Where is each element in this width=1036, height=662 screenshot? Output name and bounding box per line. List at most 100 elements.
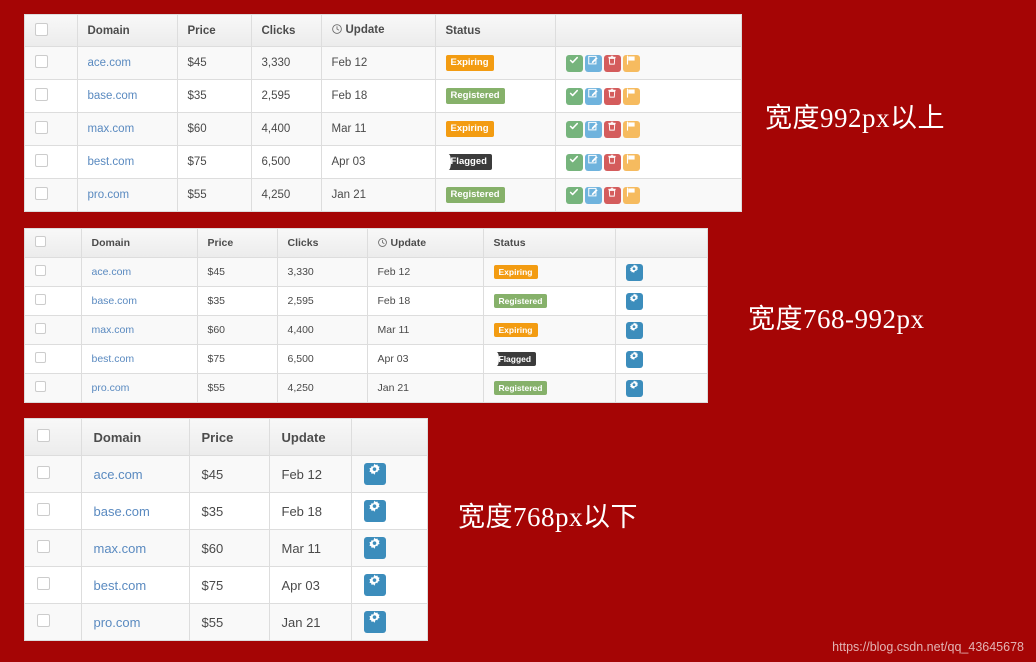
- gear-button[interactable]: [363, 500, 386, 522]
- row-select-cell[interactable]: [25, 344, 82, 374]
- header-update[interactable]: Update: [367, 229, 484, 258]
- header-status[interactable]: Status: [435, 15, 556, 47]
- gear-button[interactable]: [363, 463, 386, 485]
- domain-link[interactable]: pro.com: [92, 382, 130, 394]
- row-checkbox[interactable]: [35, 265, 46, 276]
- domain-link[interactable]: base.com: [94, 504, 150, 519]
- trash-button[interactable]: [603, 54, 621, 72]
- row-checkbox[interactable]: [37, 614, 50, 627]
- edit-button[interactable]: [584, 120, 602, 138]
- row-checkbox[interactable]: [37, 577, 50, 590]
- gear-button[interactable]: [625, 263, 643, 281]
- edit-button[interactable]: [584, 87, 602, 105]
- gear-button[interactable]: [625, 350, 643, 368]
- header-clicks[interactable]: Clicks: [251, 15, 322, 47]
- domain-link[interactable]: best.com: [94, 578, 147, 593]
- row-select-cell[interactable]: [25, 286, 82, 316]
- domain-link[interactable]: best.com: [92, 353, 135, 365]
- row-select-cell[interactable]: [25, 455, 82, 493]
- flag-button[interactable]: [622, 120, 640, 138]
- row-checkbox[interactable]: [37, 466, 50, 479]
- trash-button[interactable]: [603, 153, 621, 171]
- flag-button[interactable]: [622, 54, 640, 72]
- domain-link[interactable]: base.com: [92, 295, 138, 307]
- row-checkbox[interactable]: [35, 154, 48, 167]
- cell-status: Expiring: [483, 257, 616, 287]
- row-checkbox[interactable]: [35, 323, 46, 334]
- domain-link[interactable]: base.com: [88, 90, 138, 102]
- header-update[interactable]: Update: [321, 15, 436, 47]
- row-select-cell[interactable]: [25, 315, 82, 345]
- cell-update: Mar 11: [269, 529, 352, 567]
- domain-link[interactable]: ace.com: [88, 57, 131, 69]
- header-clicks[interactable]: Clicks: [277, 229, 368, 258]
- check-button[interactable]: [565, 153, 583, 171]
- check-button[interactable]: [565, 54, 583, 72]
- header-price[interactable]: Price: [197, 229, 278, 258]
- row-checkbox[interactable]: [37, 503, 50, 516]
- header-price[interactable]: Price: [177, 15, 252, 47]
- table-row: max.com $60 4,400 Mar 11 Expiring: [25, 112, 741, 146]
- row-select-cell[interactable]: [25, 145, 78, 179]
- cell-clicks: 2,595: [277, 286, 368, 316]
- gear-button[interactable]: [363, 574, 386, 596]
- row-checkbox[interactable]: [35, 352, 46, 363]
- trash-button[interactable]: [603, 186, 621, 204]
- domain-link[interactable]: pro.com: [94, 615, 141, 630]
- gear-button[interactable]: [625, 379, 643, 397]
- row-checkbox[interactable]: [37, 540, 50, 553]
- row-checkbox[interactable]: [35, 88, 48, 101]
- row-select-cell[interactable]: [25, 79, 78, 113]
- select-all-checkbox[interactable]: [35, 236, 46, 247]
- row-select-cell[interactable]: [25, 529, 82, 567]
- domain-link[interactable]: max.com: [94, 541, 147, 556]
- flag-button[interactable]: [622, 87, 640, 105]
- row-checkbox[interactable]: [35, 381, 46, 392]
- row-checkbox[interactable]: [35, 294, 46, 305]
- row-select-cell[interactable]: [25, 373, 82, 402]
- header-domain[interactable]: Domain: [77, 15, 178, 47]
- trash-button[interactable]: [603, 120, 621, 138]
- domain-link[interactable]: best.com: [88, 156, 135, 168]
- domain-link[interactable]: pro.com: [88, 189, 130, 201]
- header-domain[interactable]: Domain: [81, 419, 190, 456]
- cell-actions: [555, 145, 741, 179]
- gear-button[interactable]: [363, 537, 386, 559]
- row-select-cell[interactable]: [25, 257, 82, 287]
- header-price[interactable]: Price: [189, 419, 270, 456]
- check-button[interactable]: [565, 87, 583, 105]
- select-all-checkbox[interactable]: [35, 22, 48, 36]
- domain-link[interactable]: ace.com: [92, 266, 132, 278]
- row-select-cell[interactable]: [25, 603, 82, 640]
- edit-button[interactable]: [584, 186, 602, 204]
- row-select-cell[interactable]: [25, 178, 78, 211]
- domain-link[interactable]: ace.com: [94, 467, 143, 482]
- cell-status: Expiring: [483, 315, 616, 345]
- row-checkbox[interactable]: [35, 55, 48, 68]
- gear-button[interactable]: [625, 292, 643, 310]
- row-select-cell[interactable]: [25, 566, 82, 604]
- edit-button[interactable]: [584, 153, 602, 171]
- header-update[interactable]: Update: [269, 419, 352, 456]
- gear-button[interactable]: [363, 611, 386, 633]
- check-button[interactable]: [565, 120, 583, 138]
- row-select-cell[interactable]: [25, 492, 82, 530]
- header-domain[interactable]: Domain: [81, 229, 198, 258]
- domain-link[interactable]: max.com: [92, 324, 135, 336]
- row-select-cell[interactable]: [25, 46, 78, 80]
- trash-button[interactable]: [603, 87, 621, 105]
- table-row: ace.com $45 Feb 12: [25, 455, 427, 493]
- row-checkbox[interactable]: [35, 187, 48, 200]
- gear-button[interactable]: [625, 321, 643, 339]
- cell-actions: [615, 315, 707, 345]
- cell-actions: [615, 373, 707, 402]
- row-checkbox[interactable]: [35, 121, 48, 134]
- check-button[interactable]: [565, 186, 583, 204]
- flag-button[interactable]: [622, 186, 640, 204]
- domain-link[interactable]: max.com: [88, 123, 135, 135]
- flag-button[interactable]: [622, 153, 640, 171]
- row-select-cell[interactable]: [25, 112, 78, 146]
- header-status[interactable]: Status: [483, 229, 616, 258]
- edit-button[interactable]: [584, 54, 602, 72]
- select-all-checkbox[interactable]: [37, 429, 50, 442]
